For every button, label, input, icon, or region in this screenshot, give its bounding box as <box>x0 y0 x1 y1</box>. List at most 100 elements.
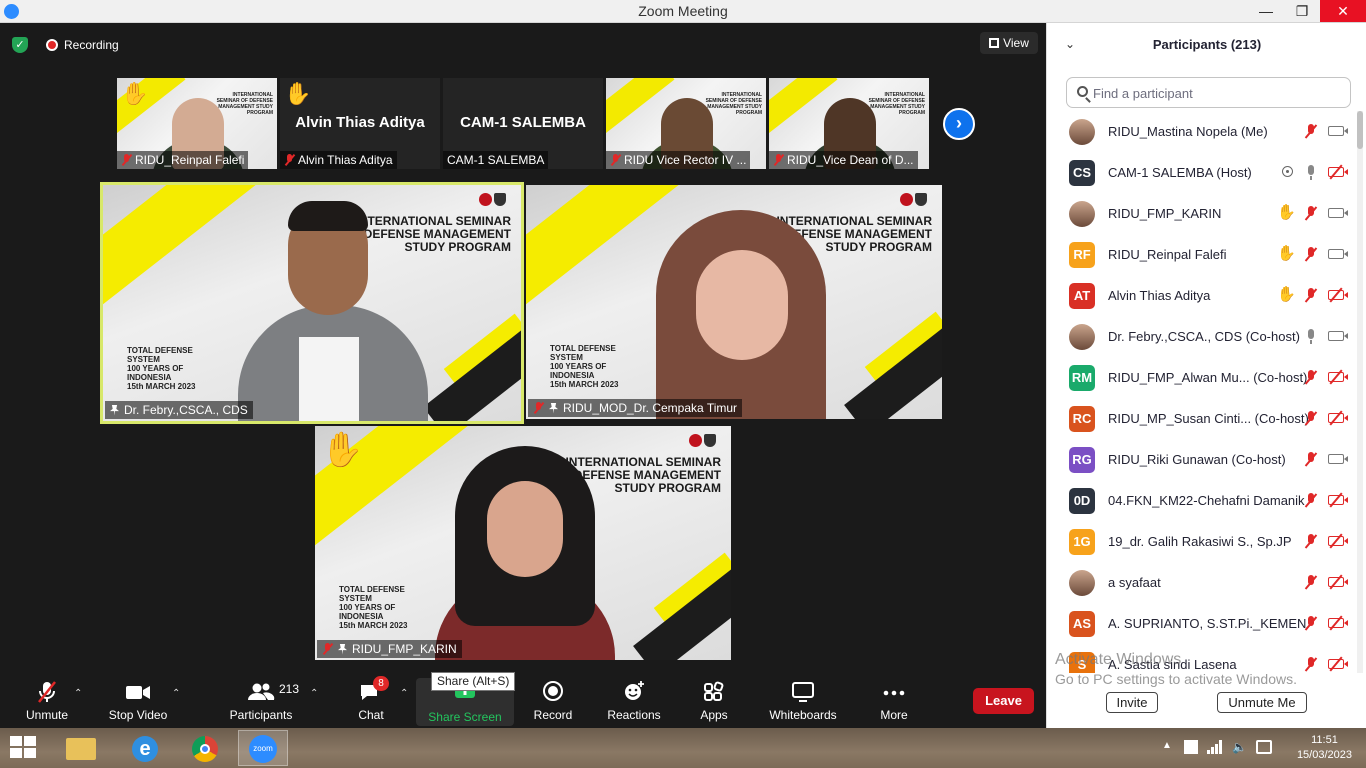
thumbnail-banner-text: INTERNATIONAL SEMINAR OF DEFENSE MANAGEM… <box>868 92 925 116</box>
volume-muted-icon[interactable]: 🔈 <box>1232 740 1247 754</box>
participant-search[interactable] <box>1066 77 1351 108</box>
participant-name: 19_dr. Galih Rakasiwi S., Sp.JP <box>1108 534 1292 549</box>
participant-row[interactable]: a syafaat <box>1047 562 1357 603</box>
participant-row[interactable]: RIDU_Mastina Nopela (Me) <box>1047 111 1357 152</box>
next-page-chevron-icon[interactable]: › <box>943 108 975 140</box>
mic-muted-icon <box>1304 124 1318 139</box>
tray-chevron-icon[interactable]: ▲ <box>1162 740 1172 751</box>
reactions-button[interactable]: Reactions <box>604 680 664 726</box>
apps-button[interactable]: Apps <box>694 680 734 726</box>
grid-icon <box>989 38 1000 48</box>
video-off-icon <box>1328 536 1348 546</box>
internet-explorer-icon[interactable]: e <box>120 730 170 766</box>
whiteboards-button[interactable]: Whiteboards <box>766 680 840 726</box>
mic-muted-icon <box>610 154 621 166</box>
participant-row[interactable]: RIDU_FMP_KARIN ✋ <box>1047 193 1357 234</box>
network-signal-icon[interactable] <box>1207 740 1223 754</box>
participants-scrollbar[interactable] <box>1357 111 1363 673</box>
participants-icon: 213 <box>231 680 299 704</box>
video-tile-active[interactable]: INTERNATIONAL SEMINAR OF DEFENSE MANAGEM… <box>100 182 524 424</box>
mic-muted-icon <box>1304 575 1318 590</box>
mic-muted-icon <box>1304 206 1318 221</box>
participant-row[interactable]: 1G 19_dr. Galih Rakasiwi S., Sp.JP <box>1047 521 1357 562</box>
avatar: 1G <box>1069 529 1095 555</box>
chrome-icon[interactable] <box>180 730 230 766</box>
smiley-plus-icon <box>622 680 646 704</box>
avatar: RF <box>1069 242 1095 268</box>
view-button[interactable]: View <box>980 32 1038 54</box>
participants-button[interactable]: 213 Participants <box>228 680 299 726</box>
video-camera-icon <box>1328 249 1348 259</box>
mic-muted-icon <box>1304 616 1318 631</box>
invite-button[interactable]: Invite <box>1106 692 1158 713</box>
avatar: RC <box>1069 406 1095 432</box>
file-explorer-icon[interactable] <box>56 730 106 766</box>
recording-indicator[interactable]: Recording <box>46 36 119 54</box>
thumbnail-label: RIDU Vice Rector IV ... <box>606 151 751 169</box>
video-off-icon <box>1328 167 1348 177</box>
close-button[interactable]: ✕ <box>1320 0 1366 22</box>
taskbar-clock[interactable]: 11:51 15/03/2023 <box>1297 733 1352 763</box>
thumbnail-video[interactable]: CAM-1 SALEMBA CAM-1 SALEMBA <box>443 78 603 169</box>
participant-row[interactable]: CS CAM-1 SALEMBA (Host) <box>1047 152 1357 193</box>
participant-name: 04.FKN_KM22-Chehafni Damanik <box>1108 493 1305 508</box>
raised-hand-icon: ✋ <box>121 81 149 106</box>
video-feed: INTERNATIONAL SEMINAR OF DEFENSE MANAGEM… <box>315 426 731 660</box>
restore-button[interactable]: ❐ <box>1284 0 1320 22</box>
chat-button[interactable]: 8 Chat <box>352 676 390 726</box>
chat-bubble-icon: 8 <box>359 676 389 704</box>
unmute-me-button[interactable]: Unmute Me <box>1217 692 1307 713</box>
video-tile[interactable]: INTERNATIONAL SEMINAR OF DEFENSE MANAGEM… <box>526 185 942 419</box>
audio-options-chevron-icon[interactable]: ⌃ <box>74 688 82 699</box>
record-button[interactable]: Record <box>530 680 576 726</box>
seminar-logo-icon <box>689 434 717 448</box>
zoom-taskbar-icon[interactable]: zoom <box>238 730 288 766</box>
thumbnail-display-name: Alvin Thias Aditya <box>295 114 425 131</box>
tray-flag-icon[interactable] <box>1184 740 1198 754</box>
participant-row[interactable]: RM RIDU_FMP_Alwan Mu... (Co-host) <box>1047 357 1357 398</box>
participant-name: RIDU_Riki Gunawan (Co-host) <box>1108 452 1286 467</box>
thumbnail-display-name: CAM-1 SALEMBA <box>460 114 586 131</box>
video-options-chevron-icon[interactable]: ⌃ <box>172 688 180 699</box>
activate-windows-watermark: Activate Windows Go to PC settings to ac… <box>1055 651 1297 687</box>
thumbnail-video[interactable]: ✋ Alvin Thias Aditya Alvin Thias Aditya <box>280 78 440 169</box>
seminar-logo-icon <box>479 193 507 207</box>
participant-search-input[interactable] <box>1093 83 1343 103</box>
thumbnail-banner-text: INTERNATIONAL SEMINAR OF DEFENSE MANAGEM… <box>216 92 273 116</box>
windows-start-icon[interactable] <box>10 736 38 760</box>
video-tile[interactable]: INTERNATIONAL SEMINAR OF DEFENSE MANAGEM… <box>315 426 731 660</box>
unmute-button[interactable]: Unmute <box>18 680 76 726</box>
scrollbar-thumb[interactable] <box>1357 111 1363 149</box>
participants-options-chevron-icon[interactable]: ⌃ <box>310 688 318 699</box>
leave-button[interactable]: Leave <box>973 688 1034 714</box>
thumbnail-video[interactable]: INTERNATIONAL SEMINAR OF DEFENSE MANAGEM… <box>606 78 766 169</box>
participant-name: CAM-1 SALEMBA (Host) <box>1108 165 1252 180</box>
battery-icon[interactable] <box>1256 740 1272 754</box>
more-button[interactable]: More <box>874 680 914 726</box>
mic-muted-icon <box>1304 657 1318 672</box>
participant-row[interactable]: RF RIDU_Reinpal Falefi ✋ <box>1047 234 1357 275</box>
chat-options-chevron-icon[interactable]: ⌃ <box>400 688 408 699</box>
video-off-icon <box>1328 659 1348 669</box>
seminar-logo-icon <box>900 193 928 207</box>
thumbnail-video[interactable]: INTERNATIONAL SEMINAR OF DEFENSE MANAGEM… <box>769 78 929 169</box>
recording-label: Recording <box>64 38 119 52</box>
participant-row[interactable]: RG RIDU_Riki Gunawan (Co-host) <box>1047 439 1357 480</box>
participant-row[interactable]: RC RIDU_MP_Susan Cinti... (Co-host) <box>1047 398 1357 439</box>
participant-row[interactable]: AS A. SUPRIANTO, S.ST.Pi._KEMEN... <box>1047 603 1357 644</box>
stop-video-button[interactable]: Stop Video <box>106 680 170 726</box>
security-shield-icon[interactable]: ✓ <box>12 37 28 53</box>
video-off-icon <box>1328 577 1348 587</box>
avatar: CS <box>1069 160 1095 186</box>
participant-row[interactable]: AT Alvin Thias Aditya ✋ <box>1047 275 1357 316</box>
thumbnail-video[interactable]: INTERNATIONAL SEMINAR OF DEFENSE MANAGEM… <box>117 78 277 169</box>
mic-muted-icon <box>1304 411 1318 426</box>
participant-row[interactable]: Dr. Febry.,CSCA., CDS (Co-host) <box>1047 316 1357 357</box>
mic-muted-icon <box>284 154 295 166</box>
raised-hand-icon: ✋ <box>284 81 312 106</box>
participant-row[interactable]: 0D 04.FKN_KM22-Chehafni Damanik <box>1047 480 1357 521</box>
video-off-icon <box>1328 495 1348 505</box>
minimize-button[interactable]: — <box>1248 0 1284 22</box>
mic-muted-icon <box>1304 288 1318 303</box>
participant-name: a syafaat <box>1108 575 1161 590</box>
